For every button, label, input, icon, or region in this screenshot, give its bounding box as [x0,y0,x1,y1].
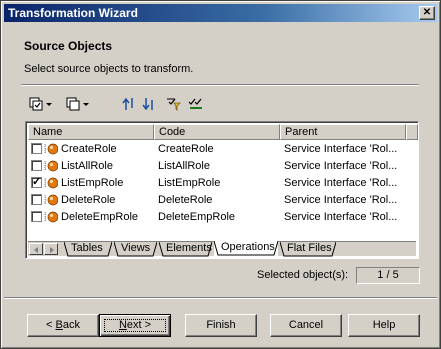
cell-parent: Service Interface 'Rol... [284,211,398,223]
page-header: Source Objects Select source objects to … [4,22,437,86]
cell-name: ListAllRole [61,160,113,172]
table-row[interactable]: CreateRole CreateRole Service Interface 'R… [28,140,416,158]
operation-icon [44,160,58,172]
grid-header: Name Code Parent [28,124,418,140]
title-bar[interactable]: Transformation Wizard ✕ [4,4,437,22]
check-selected-button[interactable] [187,95,205,113]
cell-code: ListAllRole [158,160,210,172]
selected-count-label: Selected object(s): [257,269,349,281]
chevron-down-icon [45,102,52,106]
cell-parent: Service Interface 'Rol... [284,143,398,155]
toolbar [25,95,325,115]
chevron-down-icon [82,102,89,106]
row-checkbox[interactable] [31,160,42,171]
tab-scroll-right-button[interactable] [44,243,58,255]
cell-code: DeleteRole [158,194,213,206]
arrow-left-icon [34,247,38,253]
column-header-code[interactable]: Code [154,124,280,140]
cell-name: DeleteRole [61,194,116,206]
table-row[interactable]: ListAllRole ListAllRole Service Interface … [28,157,416,175]
filter-icon [167,98,181,111]
cell-parent: Service Interface 'Rol... [284,194,398,206]
check-selected-icon [188,98,202,109]
help-button[interactable]: Help [348,314,420,337]
window-title: Transformation Wizard [8,6,138,20]
deselect-button[interactable] [63,95,91,113]
checkmark-icon: ✓ [32,176,42,188]
tab-label: Operations [221,241,275,253]
tab-operations[interactable]: Operations [214,241,278,256]
column-header-parent[interactable]: Parent [280,124,406,140]
select-all-icon [29,97,42,111]
cell-name: ListEmpRole [61,177,124,189]
back-label-mnemonic: B [55,319,63,331]
operation-icon [44,194,58,206]
cell-parent: Service Interface 'Rol... [284,160,398,172]
cell-parent: Service Interface 'Rol... [284,177,398,189]
tab-scroll-left-button[interactable] [29,243,43,255]
next-button[interactable]: Next > [99,314,171,337]
tab-label: Tables [71,242,103,254]
operation-icon [44,143,58,155]
row-checkbox[interactable]: ✓ [31,176,42,188]
select-all-button[interactable] [25,95,55,113]
table-row[interactable]: DeleteRole DeleteRole Service Interface 'R… [28,191,416,209]
footer-divider [4,297,437,299]
source-objects-grid: Name Code Parent CreateRole CreateRole Ser… [25,121,419,259]
tab-label: Views [121,242,151,254]
operation-icon [44,211,58,223]
cell-name: DeleteEmpRole [61,211,139,223]
row-checkbox[interactable] [31,143,42,154]
header-divider [21,84,419,86]
tab-flat-files[interactable]: Flat Files [280,242,336,257]
back-button[interactable]: < Back [27,314,99,337]
tab-elements[interactable]: Elements [159,242,212,257]
focus-rect [104,319,166,332]
page-description: Select source objects to transform. [24,63,194,75]
move-to-bottom-button[interactable] [141,95,157,113]
cell-code: CreateRole [158,143,214,155]
arrow-right-icon [50,247,54,253]
selected-count-value: 1 / 5 [356,267,420,284]
back-label-prefix: < [46,319,56,331]
tab-tables[interactable]: Tables [64,242,112,257]
tab-label: Elements [166,242,212,254]
row-checkbox[interactable] [31,194,42,205]
transformation-wizard-window: Transformation Wizard ✕ Source Objects S… [0,0,441,349]
column-header-name[interactable]: Name [28,124,154,140]
move-to-top-button[interactable] [121,95,137,113]
cell-code: ListEmpRole [158,177,221,189]
page-title: Source Objects [24,39,113,53]
back-label-rest: ack [62,319,80,331]
cell-name: CreateRole [61,143,117,155]
object-type-tabs: Tables Views Elements Operations Flat Files [28,241,416,257]
table-row[interactable]: DeleteEmpRole DeleteEmpRole Service Interf… [28,208,416,226]
filter-button[interactable] [165,95,183,113]
move-to-top-icon [122,97,133,110]
tab-views[interactable]: Views [114,242,157,257]
column-header-filler [406,124,418,140]
tab-label: Flat Files [287,242,332,254]
close-button[interactable]: ✕ [419,6,435,20]
deselect-icon [66,97,79,111]
move-to-bottom-icon [142,98,153,111]
table-row[interactable]: ✓ ListEmpRole ListEmpRole Service Interface… [28,174,416,192]
cancel-button[interactable]: Cancel [270,314,342,337]
row-checkbox[interactable] [31,211,42,222]
finish-button[interactable]: Finish [185,314,257,337]
cell-code: DeleteEmpRole [158,211,236,223]
operation-icon [44,177,58,189]
